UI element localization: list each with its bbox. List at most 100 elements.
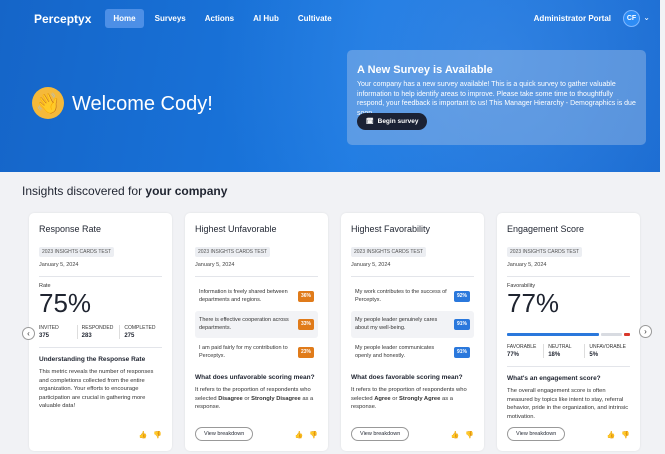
- thumbs-down-icon[interactable]: 👎: [621, 431, 630, 439]
- welcome-heading: Welcome Cody!: [72, 93, 213, 115]
- highest-unfavorable-card: Highest Unfavorable 2023 INSIGHTS CARDS …: [185, 213, 328, 451]
- divider: [39, 276, 162, 277]
- survey-title: A New Survey is Available: [357, 64, 493, 76]
- list-item[interactable]: My work contributes to the success of Pe…: [351, 283, 474, 310]
- card-tag: 2023 INSIGHTS CARDS TEST: [351, 247, 427, 257]
- divider: [195, 276, 318, 277]
- engagement-distribution-bar: [507, 333, 630, 336]
- nav-ai-hub[interactable]: AI Hub: [245, 9, 287, 28]
- card-date: January 5, 2024: [195, 262, 235, 268]
- stat-label: RESPONDED: [81, 325, 114, 331]
- feedback-buttons: 👍 👎: [451, 431, 474, 439]
- body-text-strong: Strongly Agree: [399, 395, 441, 402]
- bar-segment-unfavorable: [624, 333, 630, 336]
- insights-title: Insights discovered for your company: [22, 184, 227, 198]
- item-text: My people leader genuinely cares about m…: [355, 317, 438, 331]
- card-date: January 5, 2024: [351, 262, 391, 268]
- stat-unfavorable: UNFAVORABLE 5%: [584, 344, 630, 358]
- feedback-buttons: 👍 👎: [295, 431, 318, 439]
- stat-neutral: NEUTRAL 18%: [543, 344, 584, 358]
- begin-survey-button[interactable]: 🗓 Begin survey: [357, 113, 428, 130]
- thumbs-up-icon[interactable]: 👍: [295, 431, 304, 439]
- carousel-next-button[interactable]: ›: [639, 325, 652, 338]
- stat-label: UNFAVORABLE: [589, 344, 626, 350]
- card-body: It refers to the proportion of responden…: [195, 386, 318, 412]
- carousel-prev-button[interactable]: ‹: [22, 327, 35, 340]
- body-text-strong: Strongly Disagree: [251, 395, 301, 402]
- stat-favorable: FAVORABLE 77%: [507, 344, 543, 358]
- thumbs-down-icon[interactable]: 👎: [153, 431, 162, 439]
- stat-value: 275: [124, 333, 135, 339]
- stat-value: 5%: [589, 352, 599, 358]
- stat-value: 375: [39, 333, 50, 339]
- card-title: Engagement Score: [507, 224, 585, 234]
- stat-label: FAVORABLE: [507, 344, 537, 350]
- survey-announcement: A New Survey is Available Your company h…: [347, 50, 646, 145]
- card-date: January 5, 2024: [507, 262, 547, 268]
- item-score-badge: 36%: [297, 290, 314, 303]
- item-score-badge: 91%: [453, 318, 470, 331]
- body-text-part: or: [390, 395, 400, 402]
- feedback-buttons: 👍 👎: [139, 431, 162, 439]
- feedback-buttons: 👍 👎: [607, 431, 630, 439]
- list-item[interactable]: I am paid fairly for my contribution to …: [195, 339, 318, 366]
- thumbs-down-icon[interactable]: 👎: [309, 431, 318, 439]
- metric-value: 77%: [507, 288, 560, 318]
- divider: [39, 347, 162, 348]
- card-subtitle: What's an engagement score?: [507, 375, 601, 382]
- thumbs-up-icon[interactable]: 👍: [139, 431, 148, 439]
- card-title: Highest Unfavorable: [195, 224, 277, 234]
- card-tag: 2023 INSIGHTS CARDS TEST: [39, 247, 115, 257]
- logo[interactable]: Perceptyx: [34, 12, 91, 26]
- item-text: My work contributes to the success of Pe…: [355, 289, 447, 303]
- metric-value: 75%: [39, 288, 92, 318]
- list-item[interactable]: There is effective cooperation across de…: [195, 311, 318, 338]
- thumbs-down-icon[interactable]: 👎: [465, 431, 474, 439]
- engagement-stats: FAVORABLE 77% NEUTRAL 18% UNFAVORABLE 5%: [507, 344, 630, 358]
- card-subtitle: What does unfavorable scoring mean?: [195, 374, 315, 381]
- thumbs-up-icon[interactable]: 👍: [607, 431, 616, 439]
- card-title: Response Rate: [39, 224, 102, 234]
- highest-favorability-card: Highest Favorability 2023 INSIGHTS CARDS…: [341, 213, 484, 451]
- item-score-badge: 33%: [297, 318, 314, 331]
- begin-survey-label: Begin survey: [377, 118, 419, 125]
- nav-surveys[interactable]: Surveys: [147, 9, 194, 28]
- stat-label: COMPLETED: [124, 325, 156, 331]
- bar-segment-favorable: [507, 333, 599, 336]
- view-breakdown-button[interactable]: View breakdown: [507, 427, 566, 441]
- body-text-strong: Disagree: [218, 395, 243, 402]
- view-breakdown-button[interactable]: View breakdown: [351, 427, 410, 441]
- nav-home[interactable]: Home: [105, 9, 144, 28]
- card-body: It refers to the proportion of responden…: [351, 386, 474, 412]
- card-body: The overall engagement score is often me…: [507, 388, 629, 420]
- stat-completed: COMPLETED 275: [119, 325, 162, 339]
- nav-actions[interactable]: Actions: [197, 9, 242, 28]
- stat-label: NEUTRAL: [548, 344, 572, 350]
- nav-cultivate[interactable]: Cultivate: [290, 9, 340, 28]
- insights-title-prefix: Insights discovered for: [22, 184, 146, 198]
- list-item[interactable]: My people leader communicates openly and…: [351, 339, 474, 366]
- stat-value: 18%: [548, 352, 561, 358]
- stat-invited: INVITED 375: [39, 325, 77, 339]
- divider: [351, 276, 474, 277]
- body-text-part: or: [242, 395, 252, 402]
- card-title: Highest Favorability: [351, 224, 431, 234]
- card-subtitle: What does favorable scoring mean?: [351, 374, 463, 381]
- item-text: There is effective cooperation across de…: [199, 317, 289, 331]
- stat-value: 283: [81, 333, 92, 339]
- card-tag: 2023 INSIGHTS CARDS TEST: [507, 247, 583, 257]
- bar-segment-neutral: [600, 333, 623, 336]
- stat-label: INVITED: [39, 325, 59, 331]
- insights-title-strong: your company: [145, 184, 228, 198]
- calendar-icon: 🗓: [366, 119, 374, 125]
- card-tag: 2023 INSIGHTS CARDS TEST: [195, 247, 271, 257]
- body-text-strong: Agree: [374, 395, 391, 402]
- list-item[interactable]: Information is freely shared between dep…: [195, 283, 318, 310]
- list-item[interactable]: My people leader genuinely cares about m…: [351, 311, 474, 338]
- item-score-badge: 92%: [453, 290, 470, 303]
- item-score-badge: 91%: [453, 346, 470, 359]
- stat-responded: RESPONDED 283: [76, 325, 120, 339]
- response-rate-card: Response Rate 2023 INSIGHTS CARDS TEST J…: [29, 213, 172, 451]
- view-breakdown-button[interactable]: View breakdown: [195, 427, 254, 441]
- thumbs-up-icon[interactable]: 👍: [451, 431, 460, 439]
